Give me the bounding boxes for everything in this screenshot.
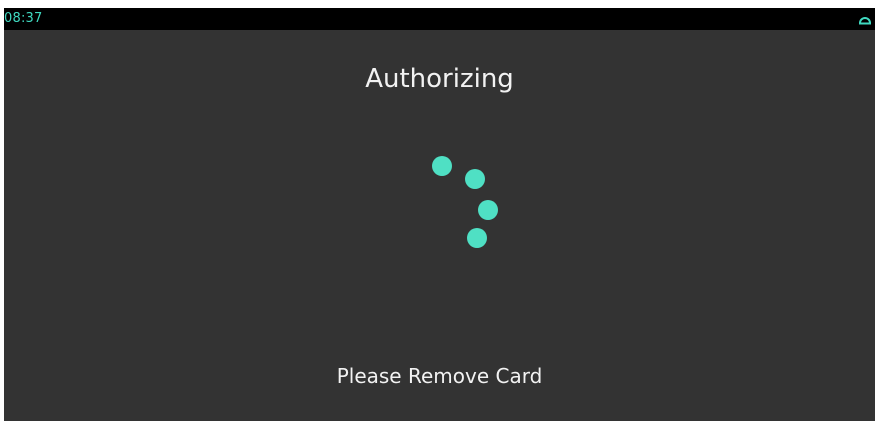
spinner-dot xyxy=(432,156,452,176)
remove-card-message: Please Remove Card xyxy=(336,364,543,388)
spinner-dot xyxy=(478,200,498,220)
payment-terminal-screen: 08:37 Authorizing Please Remove Card xyxy=(4,8,875,421)
status-bar: 08:37 xyxy=(4,8,875,30)
page-title: Authorizing xyxy=(365,64,514,94)
spinner-dot xyxy=(465,169,485,189)
spinner-dot xyxy=(467,228,487,248)
cloud-icon xyxy=(859,17,871,25)
status-time: 08:37 xyxy=(4,11,43,26)
